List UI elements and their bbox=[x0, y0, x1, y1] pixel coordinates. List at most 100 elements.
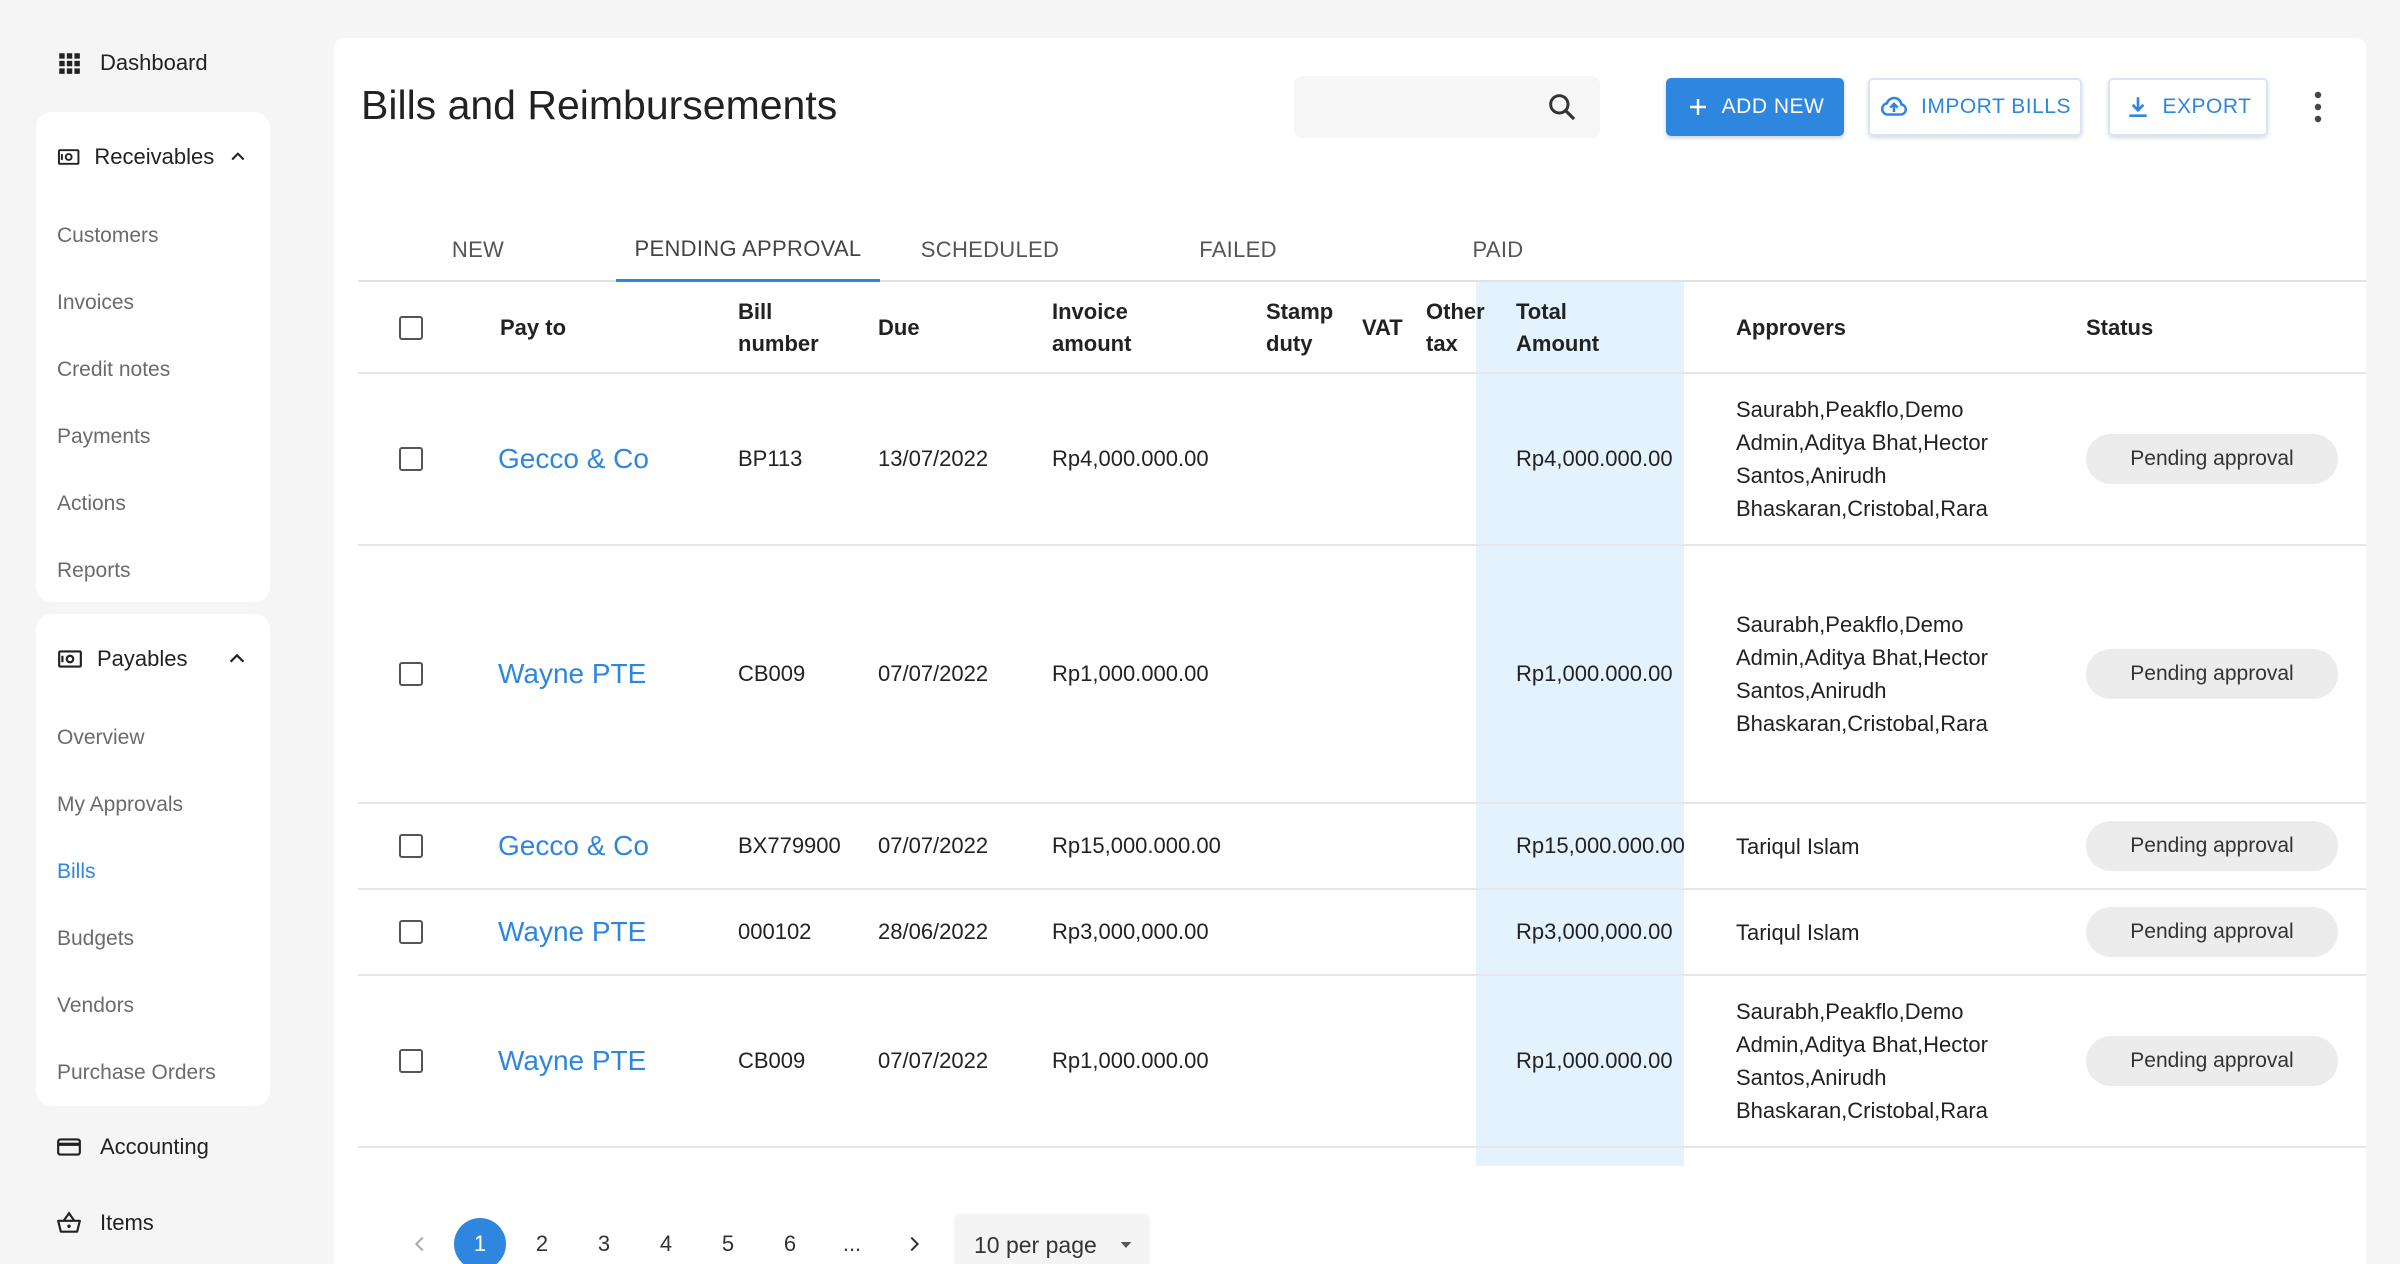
status-cell: Pending approval bbox=[2086, 890, 2338, 974]
row-checkbox[interactable] bbox=[399, 1049, 423, 1073]
col-pay-to[interactable]: Pay to bbox=[500, 282, 566, 374]
kebab-icon[interactable] bbox=[2312, 90, 2324, 124]
total-amount: Rp1,000.000.00 bbox=[1516, 1048, 1673, 1073]
sidebar-item-reports[interactable]: Reports bbox=[36, 537, 270, 604]
plus-icon bbox=[1689, 99, 1706, 115]
approvers-list: Saurabh,Peakflo,Demo Admin,Aditya Bhat,H… bbox=[1736, 397, 1988, 521]
col-approvers[interactable]: Approvers bbox=[1736, 282, 1846, 374]
col-bill-number[interactable]: Bill number bbox=[738, 282, 838, 374]
page-button-6[interactable]: 6 bbox=[764, 1218, 816, 1264]
next-page-button[interactable] bbox=[888, 1218, 940, 1264]
row-checkbox[interactable] bbox=[399, 662, 423, 686]
row-checkbox-cell bbox=[399, 976, 423, 1146]
search-icon[interactable] bbox=[1546, 91, 1578, 123]
invoice-amount: Rp1,000.000.00 bbox=[1052, 661, 1209, 686]
sidebar-item-accounting[interactable]: Accounting bbox=[56, 1134, 209, 1160]
sidebar-item-actions[interactable]: Actions bbox=[36, 470, 270, 537]
tab-new[interactable]: NEW bbox=[408, 218, 548, 282]
page-title: Bills and Reimbursements bbox=[361, 82, 838, 128]
search-input[interactable] bbox=[1294, 76, 1600, 138]
row-checkbox[interactable] bbox=[399, 920, 423, 944]
select-all-checkbox[interactable] bbox=[399, 316, 423, 340]
page-button-2[interactable]: 2 bbox=[516, 1218, 568, 1264]
approvers-list: Saurabh,Peakflo,Demo Admin,Aditya Bhat,H… bbox=[1736, 999, 1988, 1123]
row-checkbox-cell bbox=[399, 804, 423, 888]
sidebar-item-my-approvals[interactable]: My Approvals bbox=[36, 771, 270, 838]
tab-pending-approval[interactable]: PENDING APPROVAL bbox=[616, 218, 880, 282]
sidebar-item-dashboard[interactable]: Dashboard bbox=[56, 50, 208, 76]
row-checkbox[interactable] bbox=[399, 447, 423, 471]
row-checkbox-cell bbox=[399, 890, 423, 974]
status-badge: Pending approval bbox=[2086, 821, 2338, 871]
col-other-tax[interactable]: Other tax bbox=[1426, 282, 1496, 374]
total-amount: Rp15,000.000.00 bbox=[1516, 833, 1685, 858]
payables-header[interactable]: Payables bbox=[36, 614, 270, 704]
sidebar-item-items[interactable]: Items bbox=[56, 1210, 154, 1236]
page-ellipsis: ... bbox=[842, 1231, 862, 1256]
col-total-amount[interactable]: Total Amount bbox=[1516, 282, 1616, 374]
receivables-header[interactable]: Receivables bbox=[36, 112, 270, 202]
download-icon bbox=[2128, 97, 2147, 117]
sidebar-item-payments[interactable]: Payments bbox=[36, 403, 270, 470]
export-button[interactable]: EXPORT bbox=[2108, 78, 2268, 136]
chevron-up-icon[interactable] bbox=[228, 146, 248, 168]
sidebar-item-label: Items bbox=[100, 1210, 154, 1235]
status-badge: Pending approval bbox=[2086, 1036, 2338, 1086]
pay-to-link[interactable]: Wayne PTE bbox=[498, 546, 646, 802]
page-button-5[interactable]: 5 bbox=[702, 1218, 754, 1264]
tab-scheduled[interactable]: SCHEDULED bbox=[890, 218, 1090, 282]
col-invoice-amount[interactable]: Invoice amount bbox=[1052, 282, 1172, 374]
pay-to-link[interactable]: Wayne PTE bbox=[498, 976, 646, 1146]
tab-failed[interactable]: FAILED bbox=[1158, 218, 1318, 282]
col-status[interactable]: Status bbox=[2086, 282, 2153, 374]
sidebar-item-overview[interactable]: Overview bbox=[36, 704, 270, 771]
page-button-1[interactable]: 1 bbox=[454, 1218, 506, 1264]
col-stamp-duty[interactable]: Stamp duty bbox=[1266, 282, 1346, 374]
status-cell: Pending approval bbox=[2086, 546, 2338, 802]
status-cell: Pending approval bbox=[2086, 976, 2338, 1146]
table-row[interactable]: Wayne PTE CB009 07/07/2022 Rp1,000.000.0… bbox=[358, 546, 2366, 804]
prev-page-button[interactable] bbox=[394, 1218, 446, 1264]
row-checkbox[interactable] bbox=[399, 834, 423, 858]
sidebar-item-bills[interactable]: Bills bbox=[36, 838, 270, 905]
table-row[interactable]: Wayne PTE 000102 28/06/2022 Rp3,000,000.… bbox=[358, 890, 2366, 976]
sidebar-item-vendors[interactable]: Vendors bbox=[36, 972, 270, 1039]
sidebar-item-invoices[interactable]: Invoices bbox=[36, 269, 270, 336]
per-page-select[interactable]: 10 per page bbox=[954, 1214, 1150, 1264]
import-bills-button[interactable]: IMPORT BILLS bbox=[1868, 78, 2082, 136]
status-cell: Pending approval bbox=[2086, 374, 2338, 544]
total-amount: Rp1,000.000.00 bbox=[1516, 661, 1673, 686]
col-vat[interactable]: VAT bbox=[1362, 282, 1403, 374]
col-due[interactable]: Due bbox=[878, 282, 920, 374]
payables-group: Payables Overview My Approvals Bills Bud… bbox=[36, 614, 270, 1106]
pay-to-link[interactable]: Wayne PTE bbox=[498, 890, 646, 974]
add-new-button[interactable]: ADD NEW bbox=[1666, 78, 1844, 136]
status-badge: Pending approval bbox=[2086, 907, 2338, 957]
payables-icon bbox=[58, 650, 82, 668]
status-badge: Pending approval bbox=[2086, 649, 2338, 699]
pay-to-link[interactable]: Gecco & Co bbox=[498, 374, 649, 544]
page-button-4[interactable]: 4 bbox=[640, 1218, 692, 1264]
chevron-up-icon[interactable] bbox=[226, 648, 248, 670]
sidebar-item-purchase-orders[interactable]: Purchase Orders bbox=[36, 1039, 270, 1106]
sidebar-item-customers[interactable]: Customers bbox=[36, 202, 270, 269]
sidebar-item-label: Dashboard bbox=[100, 50, 208, 75]
sidebar-item-budgets[interactable]: Budgets bbox=[36, 905, 270, 972]
invoice-amount: Rp1,000.000.00 bbox=[1052, 1048, 1209, 1073]
bill-number: CB009 bbox=[738, 661, 806, 686]
table-row[interactable]: Wayne PTE CB009 07/07/2022 Rp1,000.000.0… bbox=[358, 976, 2366, 1148]
bill-number: 000102 bbox=[738, 919, 812, 944]
table-row[interactable]: Gecco & Co BX779900 07/07/2022 Rp15,000.… bbox=[358, 804, 2366, 890]
sidebar-item-label: Accounting bbox=[100, 1134, 209, 1159]
due-date: 07/07/2022 bbox=[878, 661, 989, 686]
total-amount: Rp4,000.000.00 bbox=[1516, 446, 1673, 471]
sidebar: Dashboard Receivables Customers Invoices… bbox=[0, 0, 300, 1264]
chevron-right-icon bbox=[910, 1236, 920, 1252]
sidebar-item-credit-notes[interactable]: Credit notes bbox=[36, 336, 270, 403]
tab-paid[interactable]: PAID bbox=[1428, 218, 1568, 282]
table-row[interactable]: Gecco & Co BP113 13/07/2022 Rp4,000.000.… bbox=[358, 374, 2366, 546]
approvers-list: Saurabh,Peakflo,Demo Admin,Aditya Bhat,H… bbox=[1736, 612, 1988, 736]
page-button-3[interactable]: 3 bbox=[578, 1218, 630, 1264]
pay-to-link[interactable]: Gecco & Co bbox=[498, 804, 649, 888]
caret-down-icon bbox=[1120, 1242, 1132, 1248]
